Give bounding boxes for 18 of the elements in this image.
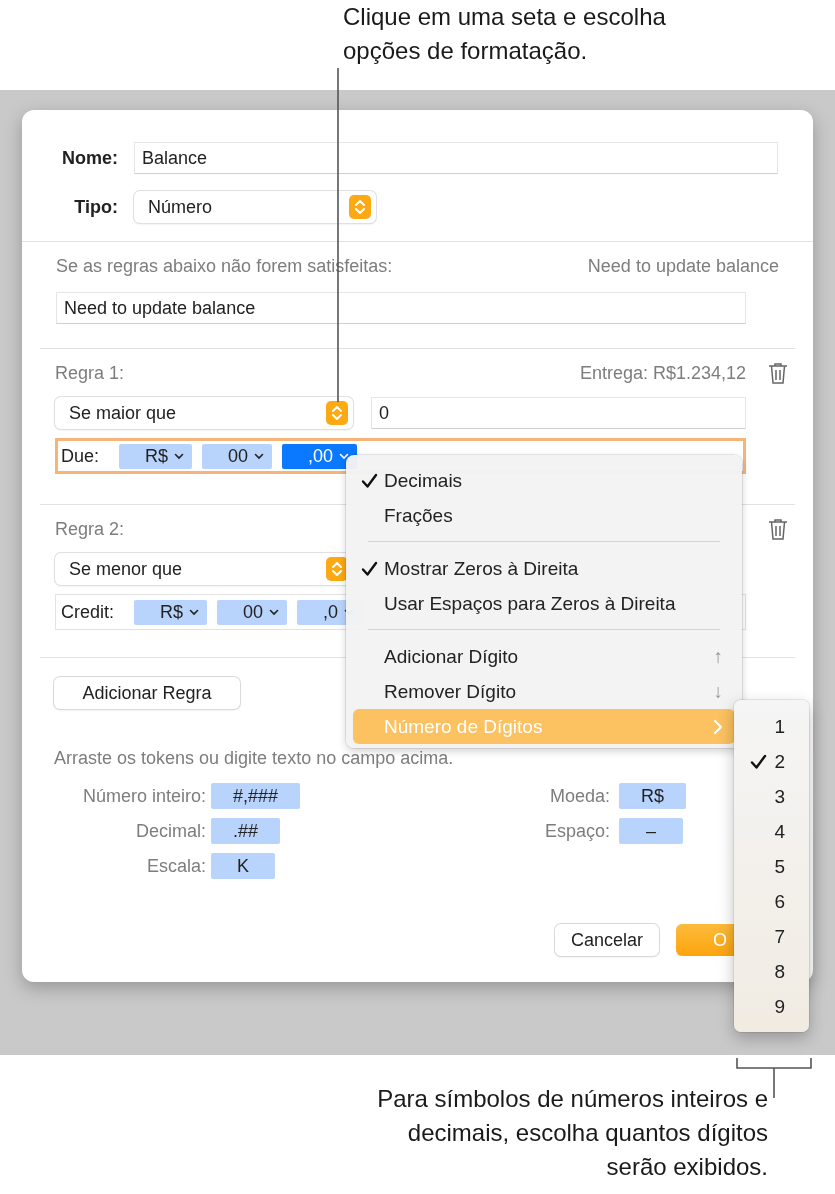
rule-label: Regra 1: — [55, 362, 126, 384]
hint-text: Arraste os tokens ou digite texto no campo acima. — [54, 748, 454, 768]
token-label: Escala: — [145, 855, 206, 878]
message-preview: Need to update balance — [587, 255, 779, 277]
rule-label: Regra 2: — [55, 518, 126, 540]
token-label: Decimal: — [135, 820, 206, 843]
field-label: Tipo: — [73, 196, 118, 218]
callout-text: Clique em uma seta e escolha opções de formatação. — [343, 2, 667, 66]
shortcut-arrow: ↓ — [713, 680, 723, 703]
shortcut-arrow: ↑ — [713, 645, 723, 668]
field-label: Credit: — [61, 601, 114, 623]
callout-text: Para símbolos de números inteiros e decimais, escolha quantos dígitos serão exibidos. — [376, 1084, 768, 1182]
token-label: Espaço: — [543, 820, 610, 843]
token-label: Número inteiro: — [81, 785, 206, 808]
field-label: Nome: — [61, 147, 118, 169]
field-label: Due: — [61, 445, 100, 467]
token-label: Moeda: — [548, 785, 610, 808]
rule-preview: Entrega: R$1.234,12 — [579, 362, 746, 384]
